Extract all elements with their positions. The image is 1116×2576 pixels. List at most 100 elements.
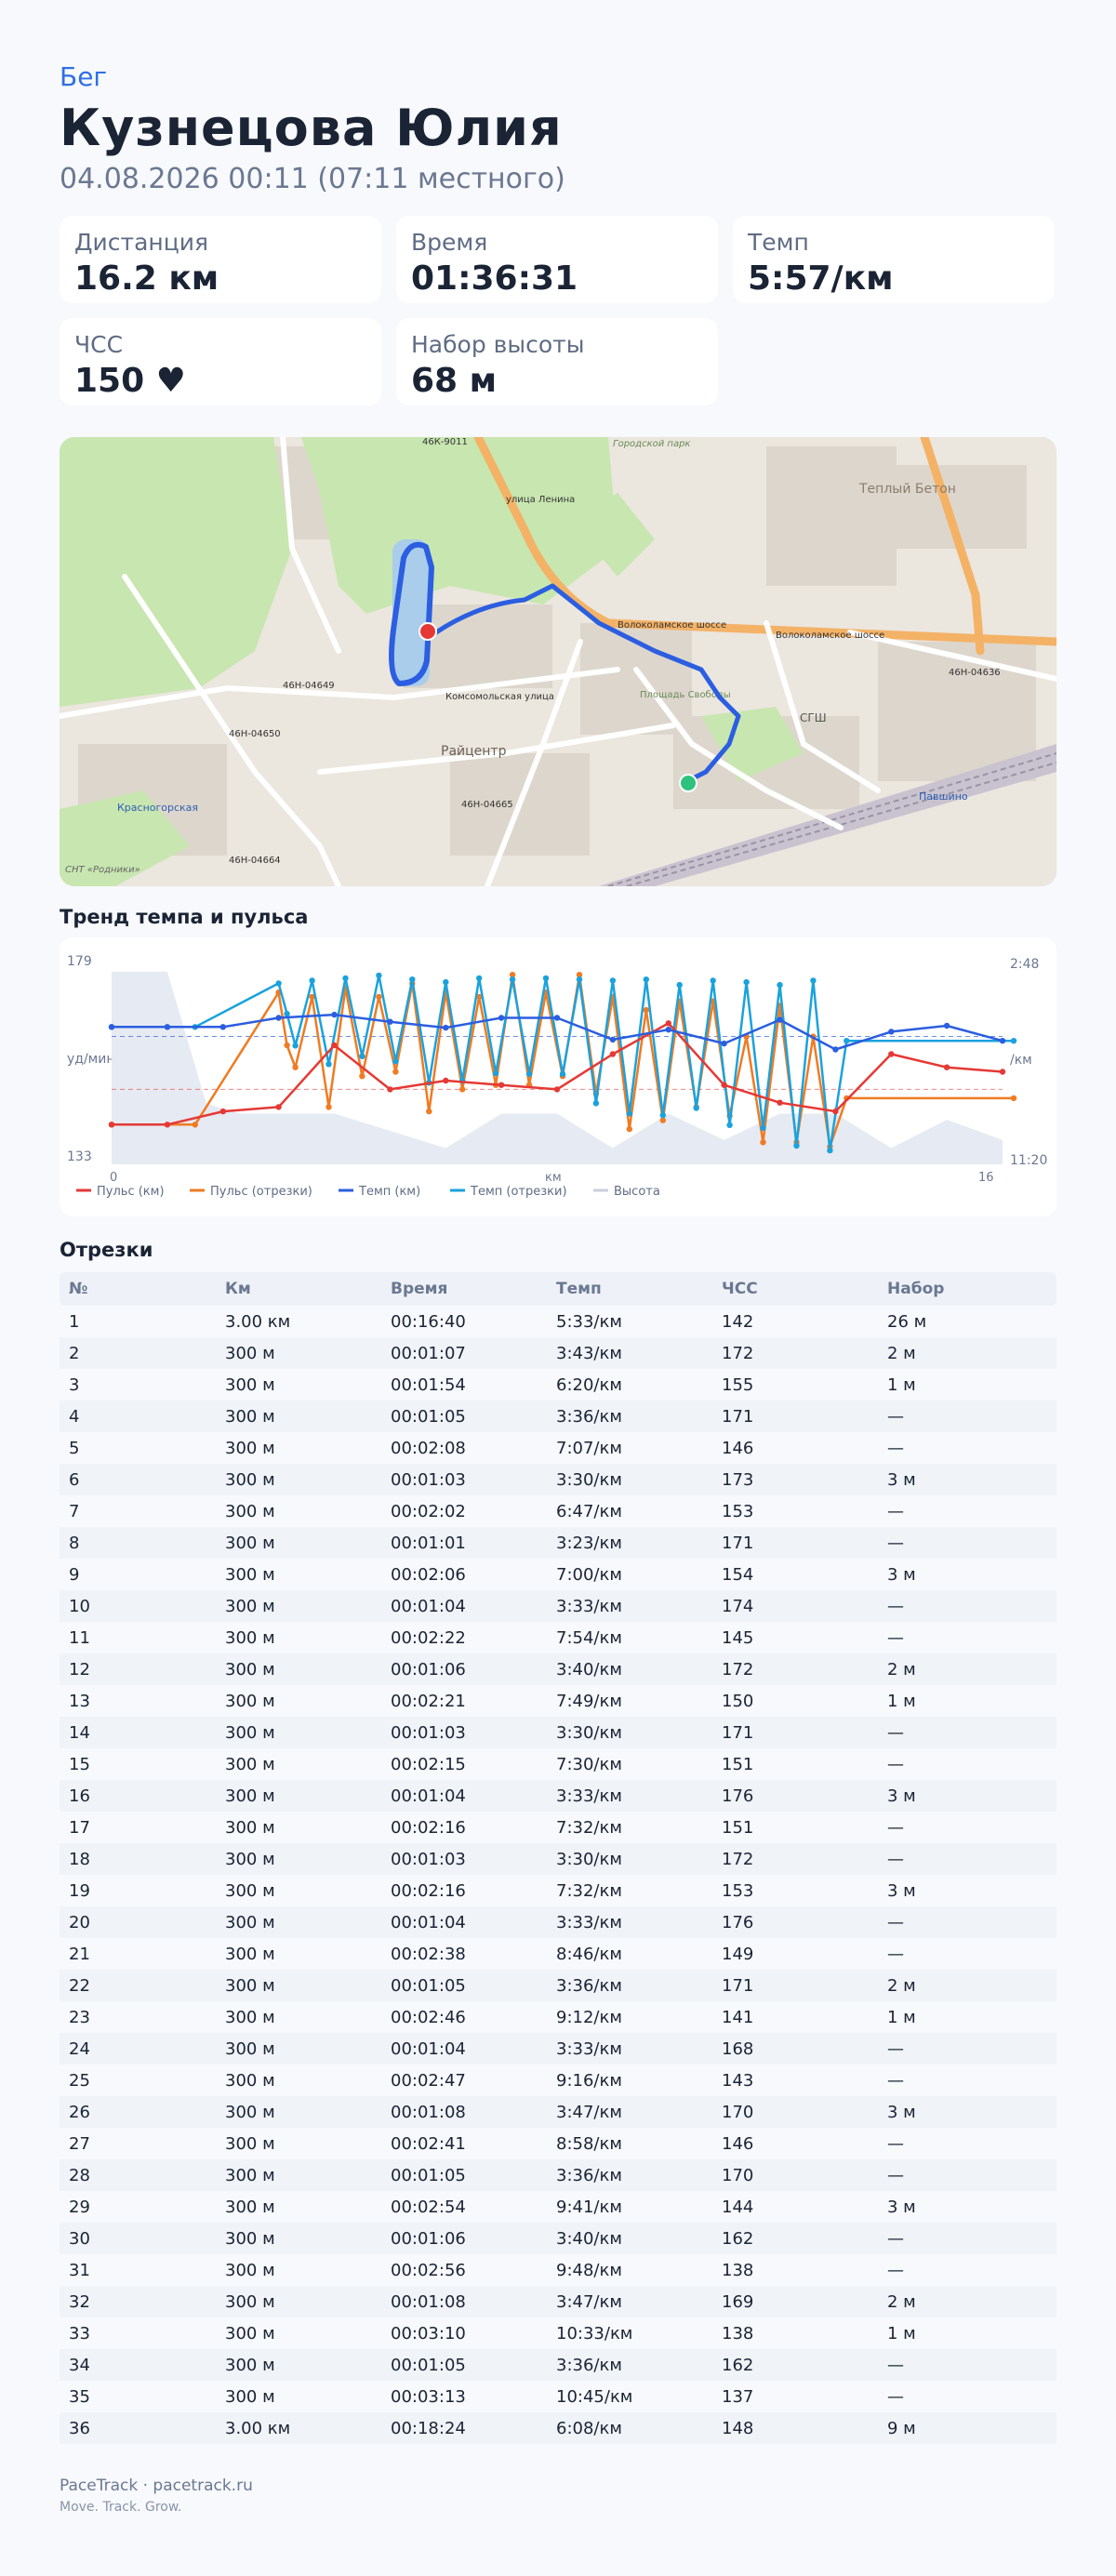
table-cell: 00:01:05 bbox=[391, 2355, 466, 2375]
table-cell: 10:33/км bbox=[556, 2323, 633, 2344]
table-cell: 300 м bbox=[225, 1786, 275, 1806]
table-row: 10 300 м 00:01:04 3:33/км 174 — bbox=[60, 1590, 1056, 1622]
table-cell: — bbox=[887, 2070, 904, 2091]
table-cell: 7:32/км bbox=[556, 1880, 622, 1901]
table-cell: 300 м bbox=[225, 1817, 275, 1838]
x-axis-label: км bbox=[545, 1171, 562, 1185]
table-cell: 171 bbox=[722, 1722, 754, 1743]
table-cell: 3 м bbox=[887, 1786, 916, 1806]
sport-type: Бег bbox=[60, 61, 108, 92]
table-cell: 00:02:38 bbox=[391, 1944, 466, 1964]
table-cell: — bbox=[887, 1438, 904, 1458]
table-row: 11 300 м 00:02:22 7:54/км 145 — bbox=[60, 1622, 1056, 1653]
table-cell: — bbox=[887, 1944, 904, 1964]
table-row: 25 300 м 00:02:47 9:16/км 143 — bbox=[60, 2065, 1056, 2096]
data-point-hr-seg bbox=[643, 1006, 649, 1014]
table-cell: 9 bbox=[69, 1564, 80, 1585]
table-cell: 3:23/км bbox=[556, 1533, 622, 1553]
table-cell: 300 м bbox=[225, 2323, 275, 2344]
map-label: Волоколамское шоссе bbox=[776, 631, 884, 641]
column-header: Время bbox=[391, 1280, 448, 1298]
table-cell: 3:36/км bbox=[556, 2165, 622, 2185]
data-point-hr-seg bbox=[326, 1104, 332, 1110]
table-cell: 6:20/км bbox=[556, 1374, 622, 1395]
data-point-pace-seg bbox=[743, 978, 750, 986]
table-row: 29 300 м 00:02:54 9:41/км 144 3 м bbox=[60, 2191, 1056, 2223]
table-cell: 3 bbox=[69, 1374, 80, 1395]
data-point-pace-km bbox=[609, 1036, 617, 1043]
data-point-hr-km bbox=[888, 1051, 895, 1057]
table-row: 20 300 м 00:01:04 3:33/км 176 — bbox=[60, 1906, 1056, 1938]
table-cell: 1 м bbox=[887, 2323, 916, 2344]
table-cell: 00:01:04 bbox=[391, 1912, 466, 1932]
table-cell: 155 bbox=[722, 1374, 754, 1395]
data-point-hr-km bbox=[331, 1042, 338, 1049]
map-label: 46Н-04650 bbox=[229, 729, 281, 739]
data-point-hr-km bbox=[553, 1086, 561, 1093]
table-cell: 9:12/км bbox=[556, 2007, 622, 2027]
table-row: 34 300 м 00:01:05 3:36/км 162 — bbox=[60, 2349, 1056, 2381]
table-cell: 300 м bbox=[225, 2038, 275, 2059]
table-cell: 3 м bbox=[887, 1880, 916, 1901]
data-point-pace-seg bbox=[626, 1110, 632, 1117]
table-cell: 00:01:01 bbox=[391, 1533, 466, 1553]
table-cell: 300 м bbox=[225, 1564, 275, 1585]
data-point-pace-seg bbox=[576, 976, 583, 983]
table-cell: 00:02:47 bbox=[391, 2070, 466, 2091]
data-point-pace-seg bbox=[609, 977, 617, 984]
table-cell: 300 м bbox=[225, 2133, 275, 2154]
data-point-hr-km bbox=[665, 1020, 671, 1027]
data-point-pace-seg bbox=[760, 1124, 766, 1131]
table-cell: 00:02:46 bbox=[391, 2007, 466, 2027]
table-cell: 153 bbox=[722, 1880, 754, 1901]
table-cell: 300 м bbox=[225, 2228, 275, 2249]
data-point-pace-seg bbox=[810, 977, 817, 984]
table-cell: 300 м bbox=[225, 1627, 275, 1648]
table-cell: 6 bbox=[69, 1469, 80, 1490]
table-cell: 3.00 км bbox=[225, 1311, 291, 1332]
table-cell: 24 bbox=[69, 2038, 90, 2059]
table-cell: 300 м bbox=[225, 2007, 275, 2027]
data-point-pace-seg bbox=[492, 1069, 499, 1077]
table-cell: 145 bbox=[722, 1627, 754, 1648]
data-point-pace-seg bbox=[392, 1058, 399, 1065]
table-cell: 16 bbox=[69, 1786, 90, 1806]
table-cell: 18 bbox=[69, 1849, 90, 1869]
table-cell: 162 bbox=[722, 2228, 754, 2249]
data-point-hr-km bbox=[498, 1082, 505, 1088]
table-row: 31 300 м 00:02:56 9:48/км 138 — bbox=[60, 2254, 1056, 2286]
table-cell: 4 bbox=[69, 1406, 80, 1427]
table-cell: 28 bbox=[69, 2165, 90, 2185]
footer-tagline: Move. Track. Grow. bbox=[60, 2500, 182, 2515]
table-cell: 00:02:21 bbox=[391, 1691, 466, 1711]
table-cell: 00:01:03 bbox=[391, 1722, 466, 1743]
table-cell: — bbox=[887, 1596, 904, 1616]
table-cell: 172 bbox=[722, 1659, 754, 1680]
table-row: 22 300 м 00:01:05 3:36/км 171 2 м bbox=[60, 1970, 1056, 2001]
table-cell: 1 bbox=[69, 1311, 80, 1332]
table-cell: 27 bbox=[69, 2133, 90, 2154]
table-cell: 168 bbox=[722, 2038, 754, 2059]
table-cell: 151 bbox=[722, 1817, 754, 1838]
table-cell: 3:36/км bbox=[556, 1406, 622, 1427]
table-cell: 2 bbox=[69, 1343, 80, 1363]
table-cell: 1 м bbox=[887, 2007, 916, 2027]
table-cell: 00:02:54 bbox=[391, 2197, 466, 2217]
table-row: 30 300 м 00:01:06 3:40/км 162 — bbox=[60, 2223, 1056, 2254]
table-row: 19 300 м 00:02:16 7:32/км 153 3 м bbox=[60, 1875, 1056, 1906]
table-cell: 171 bbox=[722, 1406, 754, 1427]
table-cell: 137 bbox=[722, 2386, 754, 2407]
table-row: 5 300 м 00:02:08 7:07/км 146 — bbox=[60, 1432, 1056, 1464]
route-map[interactable]: 46К-9011 Городской парк Теплый Бетон ули… bbox=[60, 437, 1056, 886]
table-row: 15 300 м 00:02:15 7:30/км 151 — bbox=[60, 1748, 1056, 1780]
map-label: Красногорская bbox=[117, 802, 198, 814]
y-axis-bottom-label: 133 bbox=[67, 1149, 92, 1164]
segments-title: Отрезки bbox=[60, 1239, 153, 1261]
table-cell: 3:36/км bbox=[556, 2355, 622, 2375]
table-cell: 8 bbox=[69, 1533, 80, 1553]
stat-value: 01:36:31 bbox=[411, 259, 578, 298]
data-point-pace-km bbox=[553, 1015, 561, 1021]
table-cell: 150 bbox=[722, 1691, 754, 1711]
table-cell: 3:33/км bbox=[556, 1786, 622, 1806]
table-cell: 300 м bbox=[225, 1849, 275, 1869]
